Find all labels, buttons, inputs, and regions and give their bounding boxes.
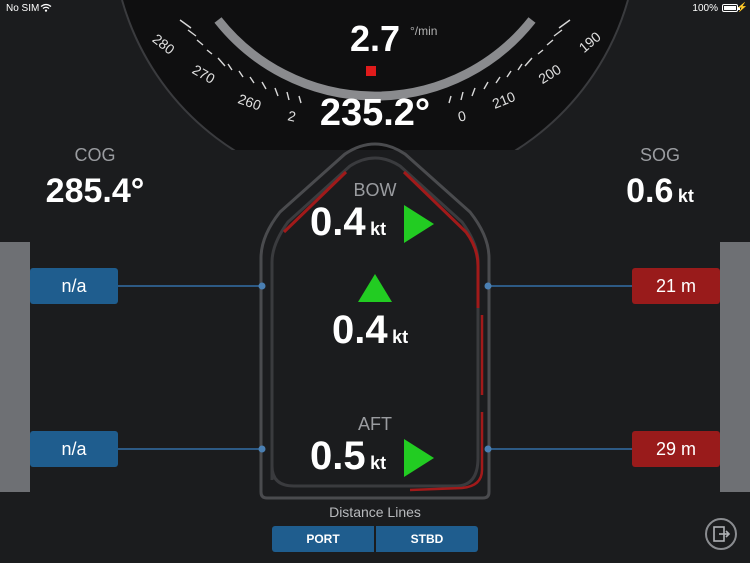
port-fwd-line <box>118 285 262 287</box>
sog-readout: 0.6 kt <box>565 172 750 211</box>
cog-value: 285.4° <box>45 172 145 210</box>
port-fwd-distance[interactable]: n/a <box>30 268 118 304</box>
stbd-toggle-button[interactable]: STBD <box>376 526 478 552</box>
aft-unit: kt <box>370 453 387 473</box>
port-aft-line <box>118 448 262 450</box>
rate-of-turn-unit: °/min <box>410 24 438 38</box>
bow-unit: kt <box>370 219 387 239</box>
rate-marker <box>366 66 376 76</box>
center-value: 0.4 <box>332 308 388 352</box>
bow-label: BOW <box>353 180 397 200</box>
center-readout: 0.4 kt <box>332 308 408 353</box>
rate-of-turn-value: 2.7 <box>350 18 401 59</box>
distance-lines-title: Distance Lines <box>329 504 421 520</box>
aft-value: 0.5 <box>310 434 366 478</box>
port-toggle-button[interactable]: PORT <box>272 526 374 552</box>
cog-label: COG <box>74 145 116 165</box>
stbd-fwd-line <box>488 285 632 287</box>
stbd-fwd-distance[interactable]: 21 m <box>632 268 720 304</box>
stbd-side-bar <box>720 242 750 492</box>
aft-readout: 0.5 kt <box>310 434 386 479</box>
port-side-bar <box>0 242 30 492</box>
sog-label: SOG <box>639 145 680 165</box>
triangle-up-icon <box>358 274 392 302</box>
heading-value: 235.2° <box>319 92 431 134</box>
aft-label: AFT <box>358 414 392 434</box>
sog-value: 0.6 <box>626 172 674 210</box>
exit-button[interactable] <box>705 518 737 550</box>
center-unit: kt <box>392 327 409 347</box>
bow-value: 0.4 <box>310 200 366 244</box>
stbd-aft-line <box>488 448 632 450</box>
exit-icon <box>713 526 731 542</box>
sog-unit: kt <box>677 186 694 206</box>
bow-readout: 0.4 kt <box>310 200 386 245</box>
port-aft-distance[interactable]: n/a <box>30 431 118 467</box>
triangle-right-icon <box>404 205 434 243</box>
triangle-right-icon <box>404 439 434 477</box>
stbd-aft-distance[interactable]: 29 m <box>632 431 720 467</box>
